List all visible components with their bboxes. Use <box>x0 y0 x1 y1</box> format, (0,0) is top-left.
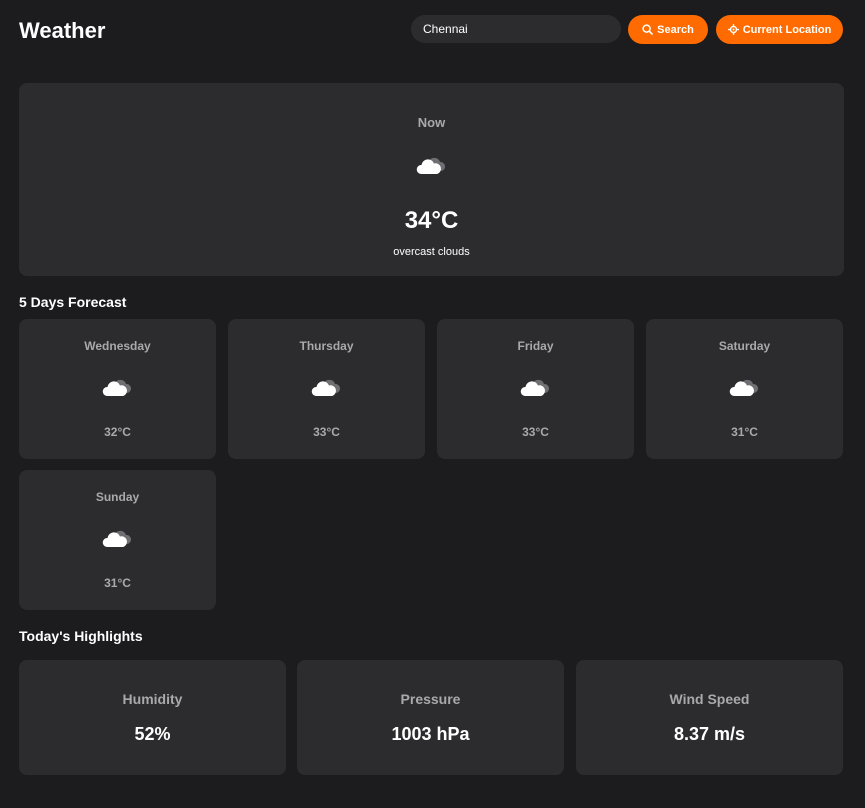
current-location-button-label: Current Location <box>742 23 832 36</box>
forecast-day-card: Sunday 31°C <box>19 470 216 610</box>
current-location-button[interactable]: Current Location <box>716 15 843 44</box>
forecast-day-name: Saturday <box>718 339 771 353</box>
current-weather-label: Now <box>417 115 446 130</box>
forecast-day-temperature: 33°C <box>522 425 549 439</box>
forecast-day-name: Friday <box>517 339 554 353</box>
current-weather-card: Now 34°C overcast clouds <box>19 83 844 276</box>
highlight-card-pressure: Pressure 1003 hPa <box>297 660 564 775</box>
forecast-day-name: Wednesday <box>84 339 151 353</box>
forecast-day-card: Thursday 33°C <box>228 319 425 459</box>
forecast-day-temperature: 31°C <box>104 576 131 590</box>
highlight-value: 1003 hPa <box>391 724 470 744</box>
overcast-cloud-icon <box>310 375 342 404</box>
highlight-card-humidity: Humidity 52% <box>19 660 286 775</box>
city-search-input[interactable] <box>411 15 621 43</box>
forecast-day-temperature: 33°C <box>313 425 340 439</box>
highlight-label: Pressure <box>400 691 461 707</box>
overcast-cloud-icon <box>728 375 760 404</box>
crosshair-icon <box>727 24 739 35</box>
forecast-day-name: Thursday <box>299 339 354 353</box>
overcast-cloud-icon <box>415 153 447 182</box>
highlights-section-title: Today's Highlights <box>19 628 143 644</box>
forecast-section-title: 5 Days Forecast <box>19 294 127 310</box>
forecast-day-name: Sunday <box>95 490 140 504</box>
forecast-day-card: Saturday 31°C <box>646 319 843 459</box>
overcast-cloud-icon <box>519 375 551 404</box>
overcast-cloud-icon <box>101 526 133 555</box>
highlight-value: 8.37 m/s <box>673 724 746 744</box>
highlight-label: Humidity <box>122 691 183 707</box>
app-title: Weather <box>19 18 106 43</box>
forecast-day-temperature: 31°C <box>731 425 758 439</box>
search-button[interactable]: Search <box>628 15 708 44</box>
forecast-day-temperature: 32°C <box>104 425 131 439</box>
search-icon <box>642 24 653 35</box>
highlight-value: 52% <box>134 724 171 744</box>
header-bar: Weather Search Current Location <box>19 14 843 46</box>
forecast-day-card: Friday 33°C <box>437 319 634 459</box>
highlight-card-wind-speed: Wind Speed 8.37 m/s <box>576 660 843 775</box>
weather-description: overcast clouds <box>393 246 470 258</box>
current-temperature: 34°C <box>404 207 459 234</box>
forecast-day-card: Wednesday 32°C <box>19 319 216 459</box>
overcast-cloud-icon <box>101 375 133 404</box>
search-button-label: Search <box>657 23 694 36</box>
highlight-label: Wind Speed <box>669 691 750 707</box>
